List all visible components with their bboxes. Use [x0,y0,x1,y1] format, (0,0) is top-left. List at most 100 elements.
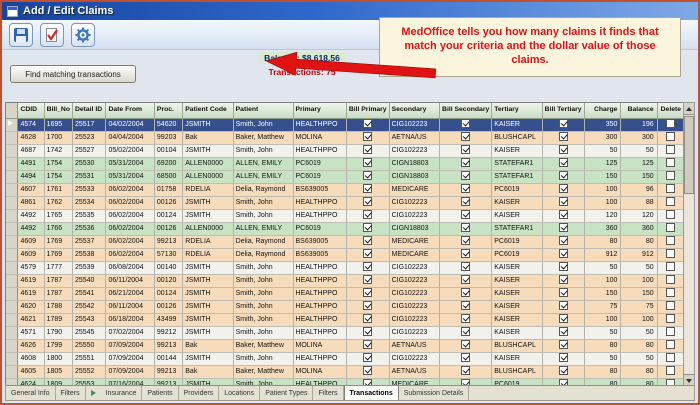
bill-primary-checkbox[interactable] [363,301,372,310]
table-row[interactable]: 457117902554507/02/200499212JSMITHSmith,… [6,326,685,339]
scroll-up-button[interactable] [684,103,694,115]
table-row[interactable]: 460917692553706/02/200499213RDELIADelia,… [6,235,685,248]
row-selector[interactable] [6,196,18,209]
save-button[interactable] [9,23,33,47]
table-row[interactable]: 462617992555007/09/200499213BakBaker, Ma… [6,339,685,352]
bill-tertiary-checkbox[interactable] [559,145,568,154]
row-selector[interactable] [6,248,18,261]
table-row[interactable]: 462017882554206/11/200400126JSMITHSmith,… [6,300,685,313]
bill-primary-checkbox[interactable] [363,340,372,349]
row-selector[interactable] [6,365,18,378]
table-row[interactable]: 449217662553606/02/200400126ALLEN0000ALL… [6,222,685,235]
bill-primary-checkbox[interactable] [363,184,372,193]
table-row[interactable]: 460818002555107/09/200400144JSMITHSmith,… [6,352,685,365]
tab-transactions[interactable]: Transactions [344,386,399,400]
bill-secondary-checkbox[interactable] [461,184,470,193]
column-header-bill-secondary[interactable]: Bill Secondary [440,103,492,118]
column-header-primary[interactable]: Primary [293,103,346,118]
find-matching-transactions-button[interactable]: Find matching transactions [10,65,136,83]
bill-tertiary-checkbox[interactable] [559,132,568,141]
row-selector[interactable] [6,144,18,157]
bill-primary-checkbox[interactable] [363,197,372,206]
column-header-patient-code[interactable]: Patient Code [183,103,233,118]
row-selector[interactable] [6,274,18,287]
delete-checkbox[interactable] [666,158,675,167]
bill-tertiary-checkbox[interactable] [559,236,568,245]
delete-checkbox[interactable] [666,145,675,154]
bill-tertiary-checkbox[interactable] [559,210,568,219]
bill-tertiary-checkbox[interactable] [559,249,568,258]
bill-primary-checkbox[interactable] [363,353,372,362]
bill-secondary-checkbox[interactable] [461,288,470,297]
bill-primary-checkbox[interactable] [363,262,372,271]
bill-primary-checkbox[interactable] [363,145,372,154]
row-selector[interactable] [6,326,18,339]
table-row[interactable]: 449117542553005/31/200469200ALLEN0000ALL… [6,157,685,170]
row-selector[interactable] [6,183,18,196]
table-row[interactable]: 462117892554306/18/200443499JSMITHSmith,… [6,313,685,326]
bill-secondary-checkbox[interactable] [461,210,470,219]
table-row[interactable]: 486117622553406/02/200400126JSMITHSmith,… [6,196,685,209]
bill-primary-checkbox[interactable] [363,327,372,336]
delete-checkbox[interactable] [666,301,675,310]
scrollbar-thumb[interactable] [684,116,694,194]
validate-button[interactable] [40,23,64,47]
column-header-balance[interactable]: Balance [621,103,657,118]
tab-patients[interactable]: Patients [142,386,178,400]
delete-checkbox[interactable] [666,366,675,375]
bill-secondary-checkbox[interactable] [461,262,470,271]
bill-secondary-checkbox[interactable] [461,275,470,284]
row-selector[interactable] [6,170,18,183]
row-selector[interactable] [6,287,18,300]
bill-secondary-checkbox[interactable] [461,301,470,310]
delete-checkbox[interactable] [666,119,675,128]
tab-locations[interactable]: Locations [219,386,260,400]
delete-checkbox[interactable] [666,288,675,297]
bill-secondary-checkbox[interactable] [461,171,470,180]
table-row[interactable]: 462817002552304/04/200499203BakBaker, Ma… [6,131,685,144]
column-header-cdid[interactable]: CDID [18,103,44,118]
bill-tertiary-checkbox[interactable] [559,288,568,297]
bill-primary-checkbox[interactable] [363,132,372,141]
delete-checkbox[interactable] [666,249,675,258]
table-row[interactable]: 468717422552705/02/200400104JSMITHSmith,… [6,144,685,157]
delete-checkbox[interactable] [666,197,675,206]
column-header-tertiary[interactable]: Tertiary [492,103,542,118]
row-selector[interactable] [6,209,18,222]
bill-tertiary-checkbox[interactable] [559,353,568,362]
tab-providers[interactable]: Providers [179,386,220,400]
bill-secondary-checkbox[interactable] [461,327,470,336]
table-row[interactable]: 457416952551704/02/200454620JSMITHSmith,… [6,118,685,131]
delete-checkbox[interactable] [666,340,675,349]
bill-secondary-checkbox[interactable] [461,366,470,375]
table-row[interactable]: 461917872554006/11/200400120JSMITHSmith,… [6,274,685,287]
column-header-patient[interactable]: Patient [233,103,293,118]
bill-secondary-checkbox[interactable] [461,145,470,154]
vertical-scrollbar[interactable] [683,102,695,387]
bill-secondary-checkbox[interactable] [461,158,470,167]
delete-checkbox[interactable] [666,210,675,219]
bill-primary-checkbox[interactable] [363,288,372,297]
bill-primary-checkbox[interactable] [363,366,372,375]
bill-secondary-checkbox[interactable] [461,223,470,232]
bill-secondary-checkbox[interactable] [461,132,470,141]
bill-tertiary-checkbox[interactable] [559,301,568,310]
row-selector[interactable] [6,261,18,274]
bill-tertiary-checkbox[interactable] [559,223,568,232]
bill-secondary-checkbox[interactable] [461,197,470,206]
bill-primary-checkbox[interactable] [363,314,372,323]
bill-tertiary-checkbox[interactable] [559,158,568,167]
tab-submission-details[interactable]: Submission Details [399,386,470,400]
bill-primary-checkbox[interactable] [363,223,372,232]
delete-checkbox[interactable] [666,171,675,180]
bill-primary-checkbox[interactable] [363,210,372,219]
table-row[interactable]: 460717612553306/02/200401758RDELIADelia,… [6,183,685,196]
delete-checkbox[interactable] [666,262,675,271]
bill-primary-checkbox[interactable] [363,275,372,284]
tab-filters[interactable]: Filters [56,386,86,400]
table-row[interactable]: 457917772553906/08/200400140JSMITHSmith,… [6,261,685,274]
bill-primary-checkbox[interactable] [363,158,372,167]
bill-primary-checkbox[interactable] [363,249,372,258]
bill-tertiary-checkbox[interactable] [559,340,568,349]
tab-patient-types[interactable]: Patient Types [260,386,313,400]
